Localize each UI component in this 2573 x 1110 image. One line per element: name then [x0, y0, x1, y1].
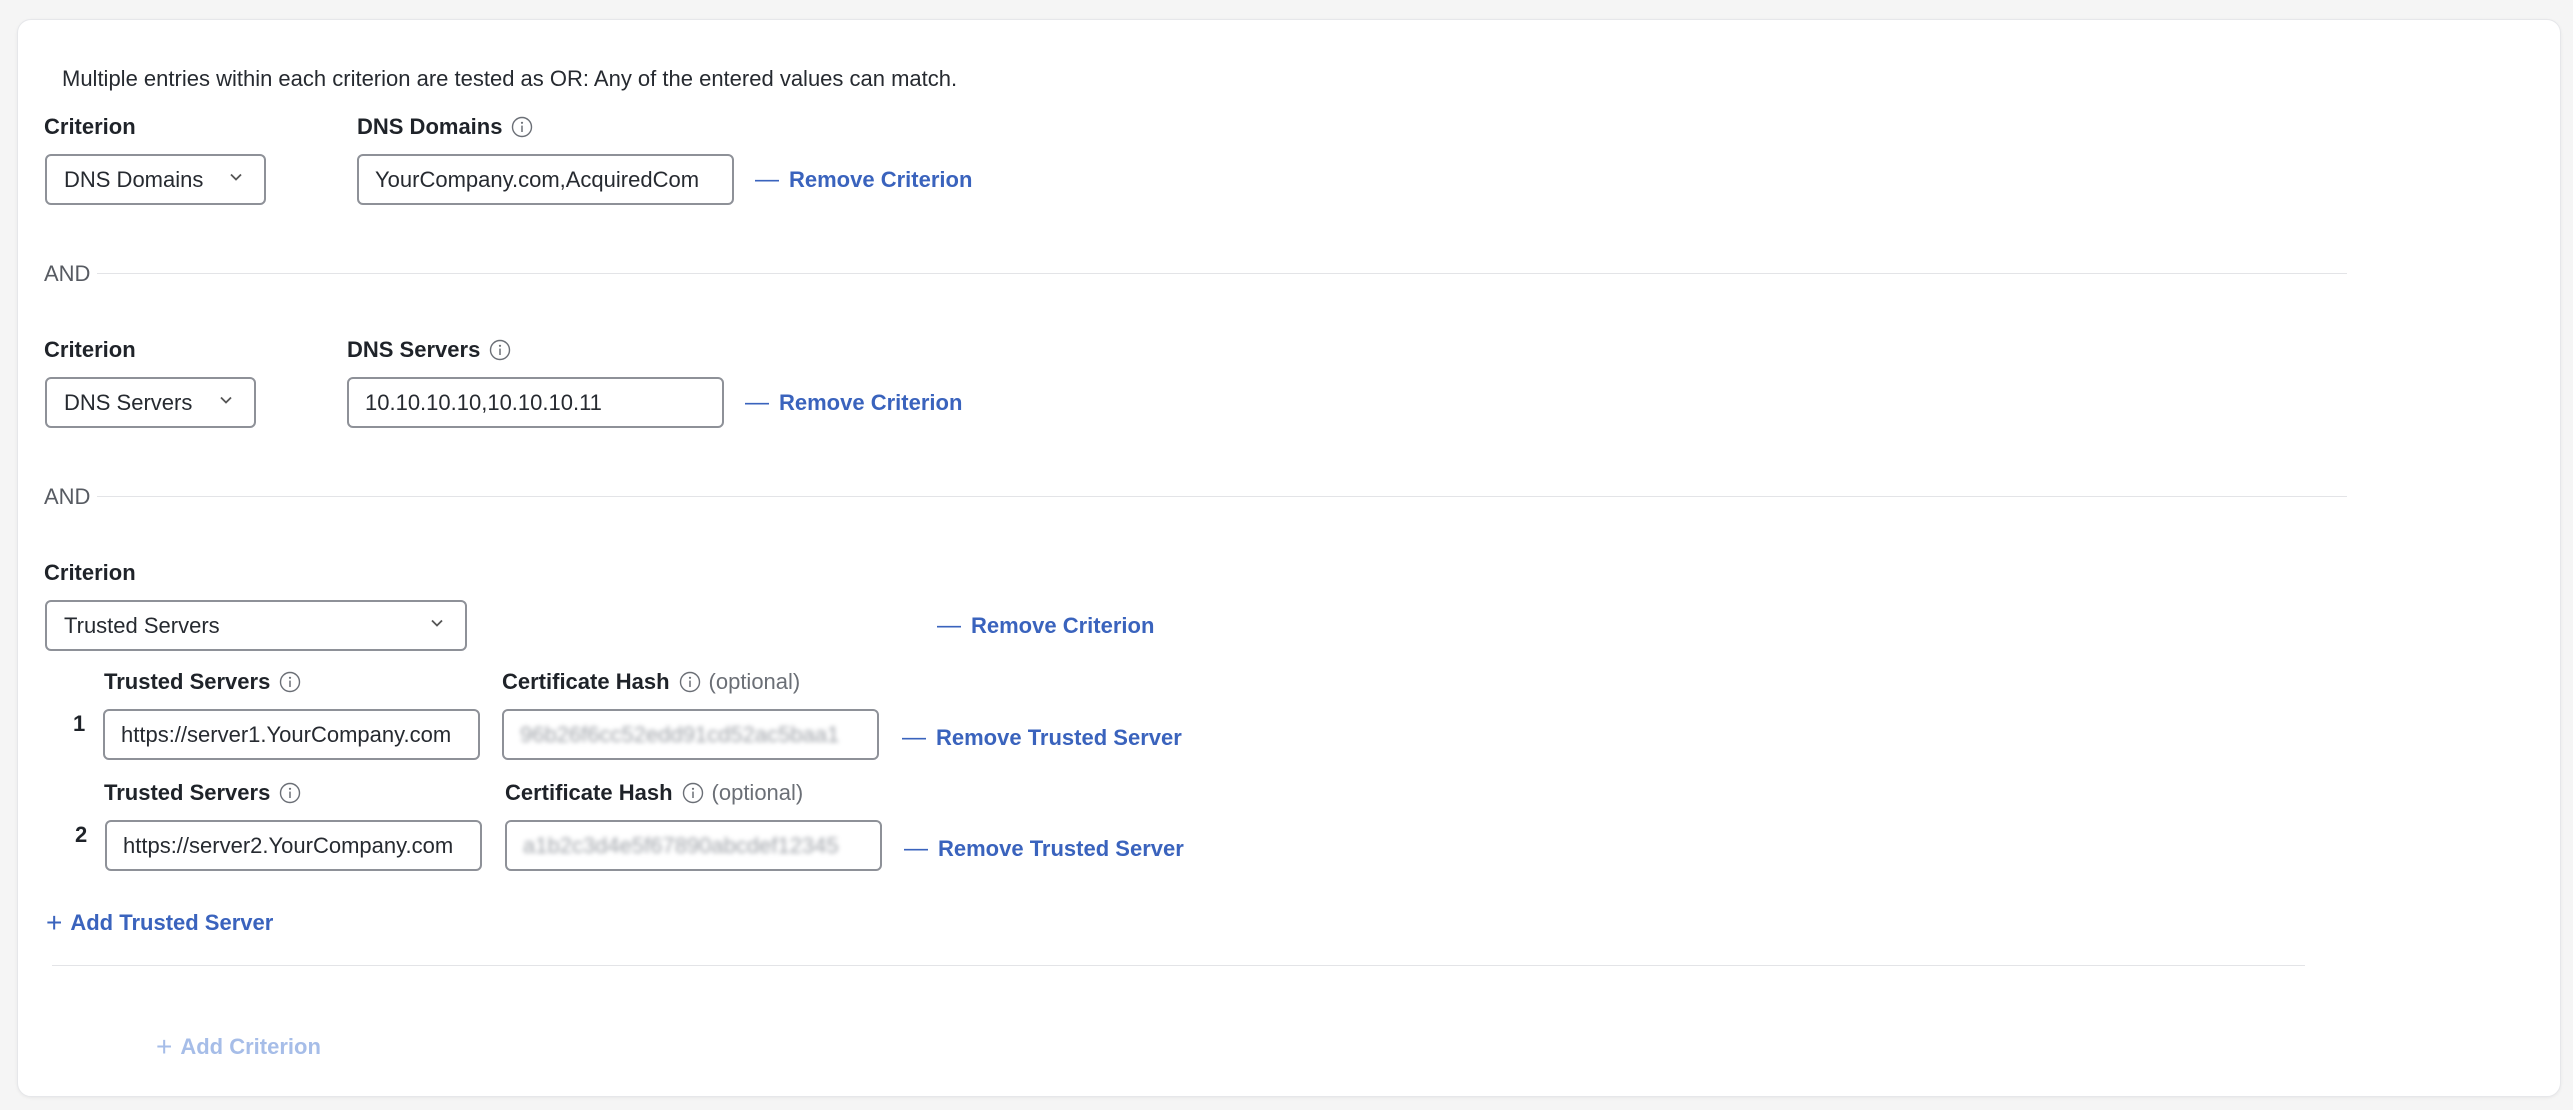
add-trusted-server-button[interactable]: + Add Trusted Server: [46, 905, 273, 941]
info-circle-icon[interactable]: [511, 116, 533, 138]
criteria-panel: Multiple entries within each criterion a…: [17, 19, 2561, 1097]
divider: [97, 273, 2347, 274]
remove-trusted-server-button[interactable]: — Remove Trusted Server: [904, 831, 1184, 867]
criterion-label: Criterion: [44, 114, 136, 139]
minus-icon: —: [745, 389, 769, 416]
criterion-label: Criterion: [44, 337, 136, 362]
criterion-select-dns-servers[interactable]: DNS Servers: [45, 377, 256, 428]
trusted-server-input[interactable]: [105, 820, 482, 871]
chevron-down-icon: [216, 390, 236, 416]
certificate-hash-input[interactable]: [504, 711, 877, 758]
trusted-server-input[interactable]: [103, 709, 480, 760]
intro-text: Multiple entries within each criterion a…: [62, 66, 958, 91]
info-circle-icon[interactable]: [682, 782, 704, 804]
remove-criterion-button[interactable]: — Remove Criterion: [937, 608, 1154, 644]
dns-servers-label: DNS Servers: [347, 337, 511, 363]
trusted-servers-label: Trusted Servers: [104, 669, 301, 695]
certificate-hash-field[interactable]: [502, 709, 879, 760]
server-row-number: 1: [73, 711, 86, 736]
plus-icon: +: [156, 1031, 173, 1062]
certificate-hash-label: Certificate Hash (optional): [505, 780, 804, 805]
minus-icon: —: [904, 835, 928, 862]
remove-criterion-button[interactable]: — Remove Criterion: [745, 385, 962, 421]
server-row-number: 2: [75, 822, 88, 847]
and-separator-label: AND: [44, 484, 91, 509]
certificate-hash-input[interactable]: [507, 822, 880, 869]
select-value: Trusted Servers: [64, 612, 220, 638]
remove-criterion-button[interactable]: — Remove Criterion: [755, 162, 972, 198]
select-value: DNS Domains: [64, 166, 204, 192]
minus-icon: —: [937, 612, 961, 639]
add-criterion-button[interactable]: + Add Criterion: [156, 1029, 321, 1065]
trusted-servers-label: Trusted Servers: [104, 780, 301, 806]
criterion-select-trusted-servers[interactable]: Trusted Servers: [45, 600, 467, 651]
dns-domains-label: DNS Domains: [357, 114, 533, 140]
remove-trusted-server-button[interactable]: — Remove Trusted Server: [902, 720, 1182, 756]
dns-domains-input[interactable]: [357, 154, 734, 205]
divider: [97, 496, 2347, 497]
minus-icon: —: [755, 166, 779, 193]
chevron-down-icon: [427, 613, 447, 639]
plus-icon: +: [46, 907, 63, 938]
info-circle-icon[interactable]: [679, 671, 701, 693]
certificate-hash-label: Certificate Hash (optional): [502, 669, 801, 694]
info-circle-icon[interactable]: [489, 339, 511, 361]
certificate-hash-field[interactable]: [505, 820, 882, 871]
dns-servers-input[interactable]: [347, 377, 724, 428]
select-value: DNS Servers: [64, 389, 193, 415]
criterion-select-dns-domains[interactable]: DNS Domains: [45, 154, 266, 205]
criterion-label: Criterion: [44, 560, 136, 585]
divider: [52, 965, 2305, 966]
chevron-down-icon: [226, 167, 246, 193]
and-separator-label: AND: [44, 261, 91, 286]
info-circle-icon[interactable]: [279, 782, 301, 804]
info-circle-icon[interactable]: [279, 671, 301, 693]
minus-icon: —: [902, 724, 926, 751]
